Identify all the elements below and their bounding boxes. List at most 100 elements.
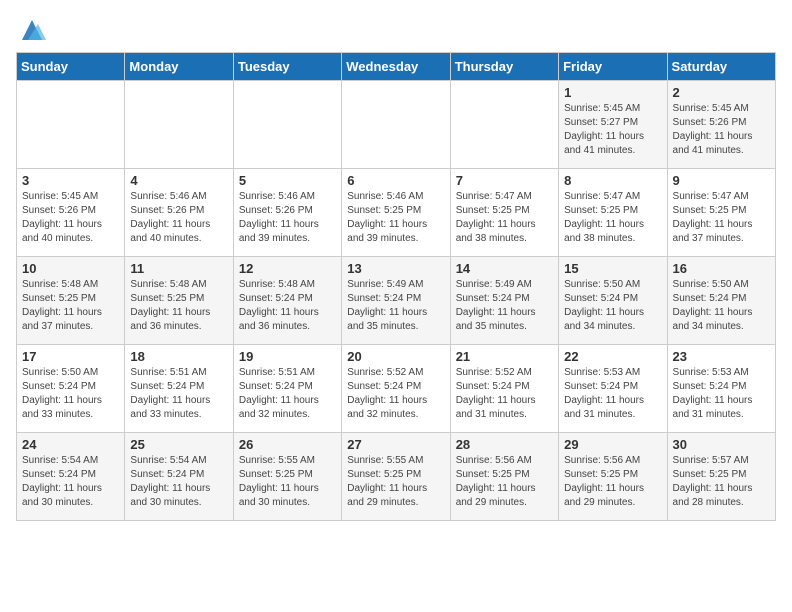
logo <box>16 16 46 44</box>
calendar-week-row: 1 Sunrise: 5:45 AM Sunset: 5:27 PM Daylig… <box>17 81 776 169</box>
day-number: 8 <box>564 173 661 188</box>
page-header <box>16 16 776 44</box>
day-number: 1 <box>564 85 661 100</box>
day-number: 19 <box>239 349 336 364</box>
day-info: Sunrise: 5:48 AM Sunset: 5:25 PM Dayligh… <box>22 278 119 334</box>
day-info: Sunrise: 5:50 AM Sunset: 5:24 PM Dayligh… <box>564 278 661 334</box>
calendar-cell: 5Sunrise: 5:46 AM Sunset: 5:26 PM Daylig… <box>233 169 341 257</box>
calendar-week-row: 24 Sunrise: 5:54 AM Sunset: 5:24 PM Dayli… <box>17 433 776 521</box>
day-info: Sunrise: 5:51 AM Sunset: 5:24 PM Dayligh… <box>239 366 336 422</box>
day-number: 15 <box>564 261 661 276</box>
day-info: Sunrise: 5:47 AM Sunset: 5:25 PM Dayligh… <box>564 190 661 246</box>
day-info: Sunrise: 5:56 AM Sunset: 5:25 PM Dayligh… <box>564 454 661 510</box>
calendar-cell: 12Sunrise: 5:48 AM Sunset: 5:24 PM Dayli… <box>233 257 341 345</box>
day-number: 13 <box>347 261 444 276</box>
day-info: Sunrise: 5:57 AM Sunset: 5:25 PM Dayligh… <box>673 454 770 510</box>
day-number: 10 <box>22 261 119 276</box>
day-info: Sunrise: 5:47 AM Sunset: 5:25 PM Dayligh… <box>673 190 770 246</box>
header-row: SundayMondayTuesdayWednesdayThursdayFrid… <box>17 53 776 81</box>
calendar-cell: 2 Sunrise: 5:45 AM Sunset: 5:26 PM Daylig… <box>667 81 775 169</box>
logo-icon <box>18 16 46 44</box>
calendar-cell: 15 Sunrise: 5:50 AM Sunset: 5:24 PM Dayli… <box>559 257 667 345</box>
day-info: Sunrise: 5:54 AM Sunset: 5:24 PM Dayligh… <box>130 454 227 510</box>
day-number: 17 <box>22 349 119 364</box>
calendar-cell: 29 Sunrise: 5:56 AM Sunset: 5:25 PM Dayli… <box>559 433 667 521</box>
day-number: 4 <box>130 173 227 188</box>
day-number: 27 <box>347 437 444 452</box>
calendar-cell: 9Sunrise: 5:47 AM Sunset: 5:25 PM Daylig… <box>667 169 775 257</box>
calendar-cell <box>125 81 233 169</box>
day-number: 6 <box>347 173 444 188</box>
calendar-cell: 19 Sunrise: 5:51 AM Sunset: 5:24 PM Dayli… <box>233 345 341 433</box>
day-number: 29 <box>564 437 661 452</box>
day-info: Sunrise: 5:48 AM Sunset: 5:25 PM Dayligh… <box>130 278 227 334</box>
day-info: Sunrise: 5:49 AM Sunset: 5:24 PM Dayligh… <box>347 278 444 334</box>
calendar-cell: 21 Sunrise: 5:52 AM Sunset: 5:24 PM Dayli… <box>450 345 558 433</box>
day-info: Sunrise: 5:53 AM Sunset: 5:24 PM Dayligh… <box>564 366 661 422</box>
day-number: 28 <box>456 437 553 452</box>
calendar-week-row: 3 Sunrise: 5:45 AM Sunset: 5:26 PM Daylig… <box>17 169 776 257</box>
calendar-cell: 14 Sunrise: 5:49 AM Sunset: 5:24 PM Dayli… <box>450 257 558 345</box>
weekday-header: Thursday <box>450 53 558 81</box>
calendar-cell: 26Sunrise: 5:55 AM Sunset: 5:25 PM Dayli… <box>233 433 341 521</box>
day-number: 5 <box>239 173 336 188</box>
calendar-cell: 25Sunrise: 5:54 AM Sunset: 5:24 PM Dayli… <box>125 433 233 521</box>
calendar-cell: 3 Sunrise: 5:45 AM Sunset: 5:26 PM Daylig… <box>17 169 125 257</box>
day-number: 22 <box>564 349 661 364</box>
day-number: 12 <box>239 261 336 276</box>
day-info: Sunrise: 5:54 AM Sunset: 5:24 PM Dayligh… <box>22 454 119 510</box>
day-number: 16 <box>673 261 770 276</box>
calendar-body: 1 Sunrise: 5:45 AM Sunset: 5:27 PM Daylig… <box>17 81 776 521</box>
weekday-header: Monday <box>125 53 233 81</box>
day-number: 20 <box>347 349 444 364</box>
day-number: 24 <box>22 437 119 452</box>
calendar-cell: 4Sunrise: 5:46 AM Sunset: 5:26 PM Daylig… <box>125 169 233 257</box>
day-info: Sunrise: 5:49 AM Sunset: 5:24 PM Dayligh… <box>456 278 553 334</box>
day-number: 7 <box>456 173 553 188</box>
day-info: Sunrise: 5:45 AM Sunset: 5:27 PM Dayligh… <box>564 102 661 158</box>
calendar-cell <box>450 81 558 169</box>
calendar-cell: 1 Sunrise: 5:45 AM Sunset: 5:27 PM Daylig… <box>559 81 667 169</box>
calendar-cell: 7Sunrise: 5:47 AM Sunset: 5:25 PM Daylig… <box>450 169 558 257</box>
calendar-header: SundayMondayTuesdayWednesdayThursdayFrid… <box>17 53 776 81</box>
calendar-table: SundayMondayTuesdayWednesdayThursdayFrid… <box>16 52 776 521</box>
calendar-cell: 11Sunrise: 5:48 AM Sunset: 5:25 PM Dayli… <box>125 257 233 345</box>
day-info: Sunrise: 5:52 AM Sunset: 5:24 PM Dayligh… <box>347 366 444 422</box>
weekday-header: Sunday <box>17 53 125 81</box>
day-info: Sunrise: 5:50 AM Sunset: 5:24 PM Dayligh… <box>22 366 119 422</box>
calendar-cell: 23 Sunrise: 5:53 AM Sunset: 5:24 PM Dayli… <box>667 345 775 433</box>
day-number: 2 <box>673 85 770 100</box>
calendar-cell: 22 Sunrise: 5:53 AM Sunset: 5:24 PM Dayli… <box>559 345 667 433</box>
weekday-header: Saturday <box>667 53 775 81</box>
calendar-cell: 13 Sunrise: 5:49 AM Sunset: 5:24 PM Dayli… <box>342 257 450 345</box>
day-info: Sunrise: 5:45 AM Sunset: 5:26 PM Dayligh… <box>673 102 770 158</box>
day-number: 3 <box>22 173 119 188</box>
day-number: 14 <box>456 261 553 276</box>
calendar-cell: 27 Sunrise: 5:55 AM Sunset: 5:25 PM Dayli… <box>342 433 450 521</box>
calendar-cell: 8 Sunrise: 5:47 AM Sunset: 5:25 PM Daylig… <box>559 169 667 257</box>
day-info: Sunrise: 5:53 AM Sunset: 5:24 PM Dayligh… <box>673 366 770 422</box>
calendar-cell: 16 Sunrise: 5:50 AM Sunset: 5:24 PM Dayli… <box>667 257 775 345</box>
day-info: Sunrise: 5:50 AM Sunset: 5:24 PM Dayligh… <box>673 278 770 334</box>
calendar-cell: 6 Sunrise: 5:46 AM Sunset: 5:25 PM Daylig… <box>342 169 450 257</box>
day-info: Sunrise: 5:51 AM Sunset: 5:24 PM Dayligh… <box>130 366 227 422</box>
calendar-cell: 30Sunrise: 5:57 AM Sunset: 5:25 PM Dayli… <box>667 433 775 521</box>
day-info: Sunrise: 5:55 AM Sunset: 5:25 PM Dayligh… <box>347 454 444 510</box>
calendar-cell <box>342 81 450 169</box>
calendar-cell: 18 Sunrise: 5:51 AM Sunset: 5:24 PM Dayli… <box>125 345 233 433</box>
calendar-cell: 24 Sunrise: 5:54 AM Sunset: 5:24 PM Dayli… <box>17 433 125 521</box>
day-number: 21 <box>456 349 553 364</box>
calendar-week-row: 17 Sunrise: 5:50 AM Sunset: 5:24 PM Dayli… <box>17 345 776 433</box>
calendar-cell: 10 Sunrise: 5:48 AM Sunset: 5:25 PM Dayli… <box>17 257 125 345</box>
day-number: 23 <box>673 349 770 364</box>
day-number: 18 <box>130 349 227 364</box>
calendar-week-row: 10 Sunrise: 5:48 AM Sunset: 5:25 PM Dayli… <box>17 257 776 345</box>
calendar-cell: 17 Sunrise: 5:50 AM Sunset: 5:24 PM Dayli… <box>17 345 125 433</box>
calendar-cell <box>17 81 125 169</box>
weekday-header: Friday <box>559 53 667 81</box>
day-info: Sunrise: 5:56 AM Sunset: 5:25 PM Dayligh… <box>456 454 553 510</box>
day-number: 26 <box>239 437 336 452</box>
day-info: Sunrise: 5:46 AM Sunset: 5:25 PM Dayligh… <box>347 190 444 246</box>
day-info: Sunrise: 5:52 AM Sunset: 5:24 PM Dayligh… <box>456 366 553 422</box>
day-info: Sunrise: 5:45 AM Sunset: 5:26 PM Dayligh… <box>22 190 119 246</box>
